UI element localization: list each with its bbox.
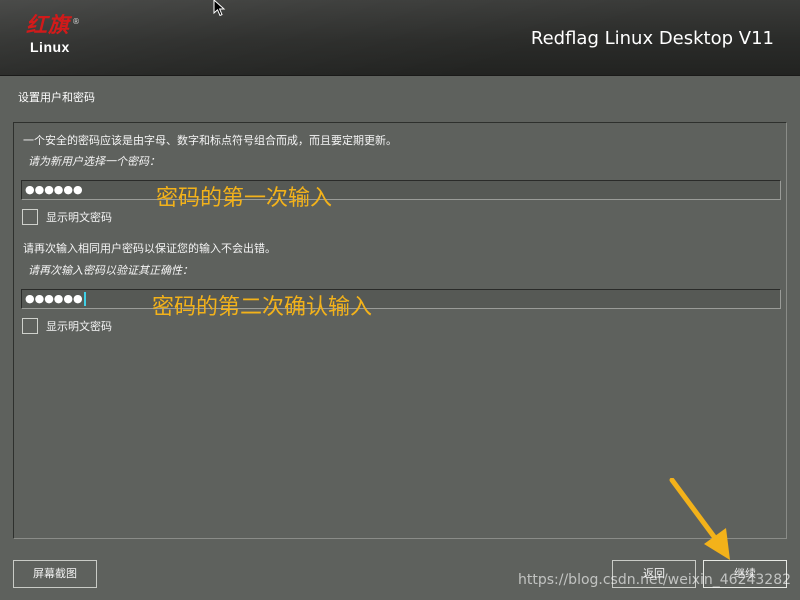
mouse-pointer-icon [213,0,226,17]
show-password-label[interactable]: 显示明文密码 [46,209,112,225]
show-confirm-password-row[interactable]: 显示明文密码 [22,317,112,335]
show-confirm-password-label[interactable]: 显示明文密码 [46,318,112,334]
show-confirm-password-checkbox[interactable] [22,318,38,334]
watermark-text: https://blog.csdn.net/weixin_46243282 [518,572,792,588]
screenshot-button[interactable]: 屏幕截图 [13,560,97,588]
logo-registered-mark: ® [72,17,80,26]
password-prompt-label: 请为新用户选择一个密码： [28,155,160,168]
password-form-panel: 一个安全的密码应该是由字母、数字和标点符号组合而成，而且要定期更新。 请为新用户… [13,122,787,539]
annotation-first-input: 密码的第一次输入 [156,186,333,211]
password-security-intro: 一个安全的密码应该是由字母、数字和标点符号组合而成，而且要定期更新。 [23,134,397,147]
confirm-password-input[interactable]: ●●●●●● [21,289,781,309]
show-password-row[interactable]: 显示明文密码 [22,208,112,226]
product-title: Redflag Linux Desktop V11 [530,28,774,49]
installer-header: 红旗 ® Linux Redflag Linux Desktop V11 [0,0,800,76]
page-title: 设置用户和密码 [18,91,95,104]
annotation-second-input: 密码的第二次确认输入 [152,295,373,320]
password-input[interactable]: ●●●●●● [21,180,781,200]
confirm-password-intro: 请再次输入相同用户密码以保证您的输入不会出错。 [23,242,276,255]
text-caret [83,292,86,306]
logo-linux-text: Linux [30,39,70,55]
redflag-logo: 红旗 ® Linux [26,14,86,60]
logo-chinese-text: 红旗 [26,12,70,37]
password-input-value: ●●●●●● [25,183,83,196]
show-password-checkbox[interactable] [22,209,38,225]
confirm-password-input-value: ●●●●●● [25,292,83,305]
annotation-arrow-icon [669,478,730,560]
confirm-password-prompt-label: 请再次输入密码以验证其正确性： [28,264,193,277]
